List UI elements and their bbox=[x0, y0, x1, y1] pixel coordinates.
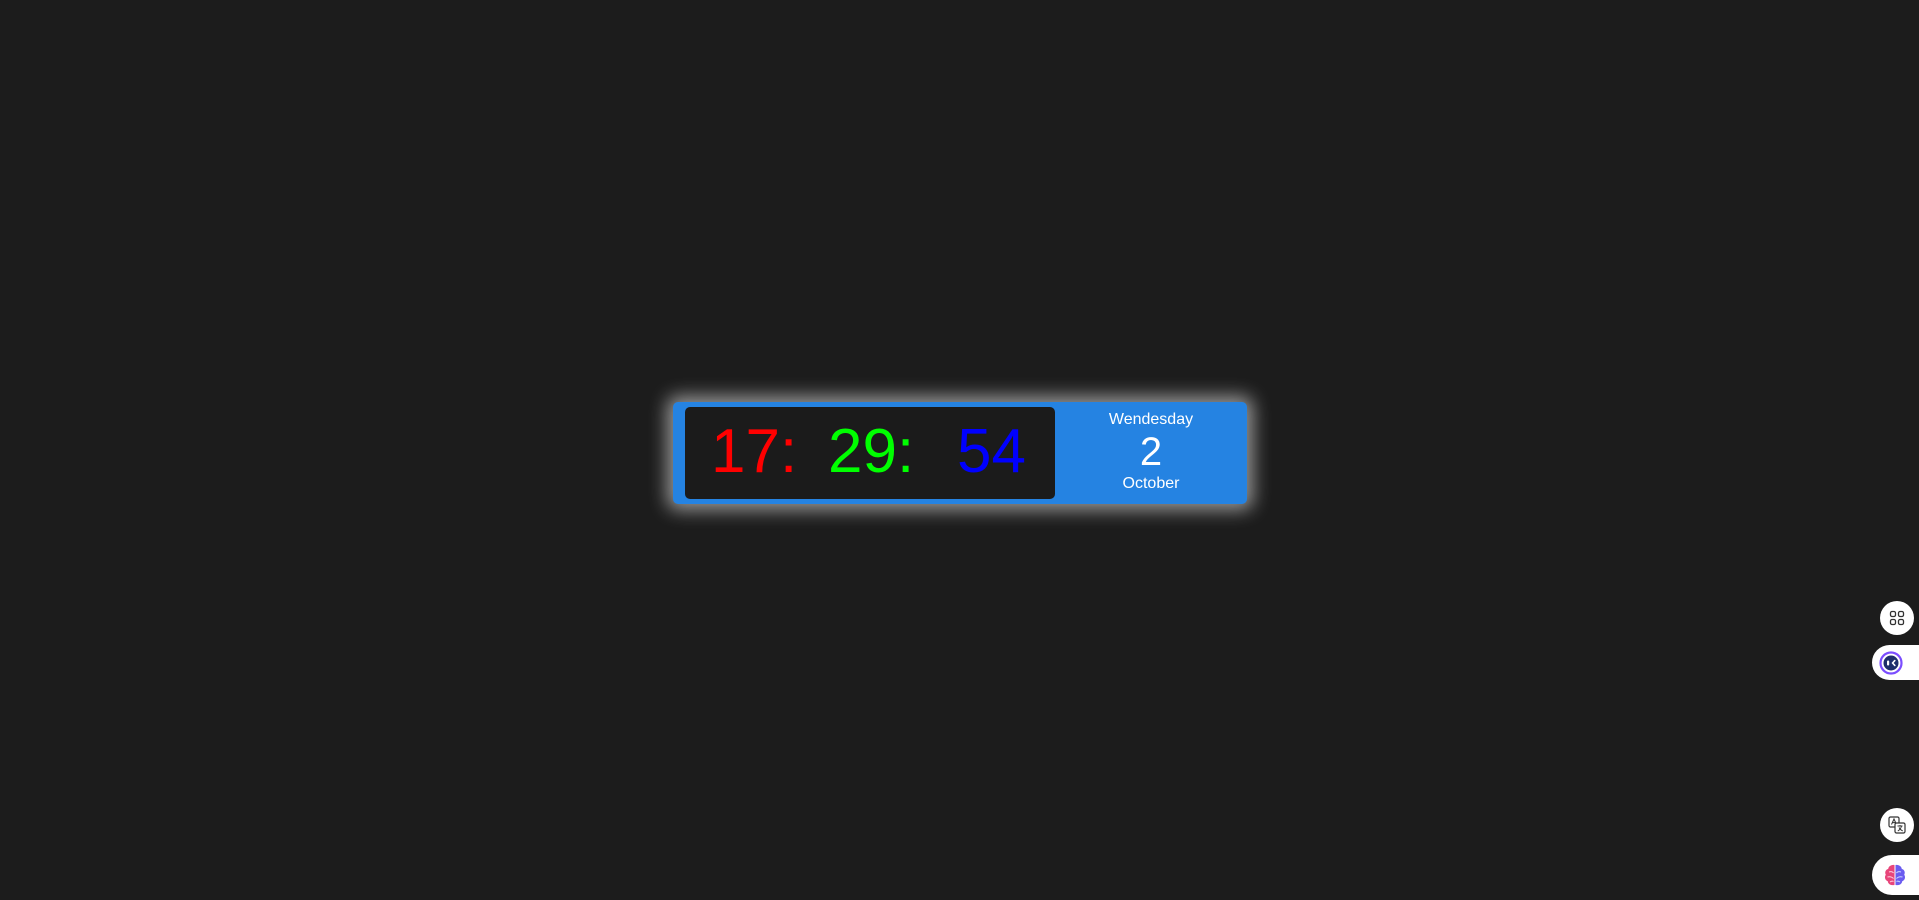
weekday-label: Wendesday bbox=[1108, 411, 1194, 428]
date-display: Wendesday 2 October bbox=[1055, 402, 1247, 504]
apps-button[interactable] bbox=[1880, 601, 1914, 635]
hours-value: 17: bbox=[711, 417, 798, 486]
time-display: 17: 29: 54 bbox=[685, 407, 1055, 499]
translate-icon bbox=[1888, 816, 1906, 834]
seconds-value: 54 bbox=[957, 417, 1026, 486]
apps-grid-icon bbox=[1889, 610, 1905, 626]
month-label: October bbox=[1122, 475, 1180, 492]
brain-ai-button[interactable] bbox=[1872, 855, 1919, 895]
assistant-button[interactable] bbox=[1872, 645, 1919, 680]
translate-button[interactable] bbox=[1880, 808, 1914, 842]
minutes-value: 29: bbox=[828, 417, 915, 486]
clock-widget: 17: 29: 54 Wendesday 2 October bbox=[673, 402, 1247, 504]
brain-icon bbox=[1884, 864, 1906, 886]
assistant-face-icon bbox=[1879, 650, 1903, 675]
day-number: 2 bbox=[1139, 430, 1163, 474]
